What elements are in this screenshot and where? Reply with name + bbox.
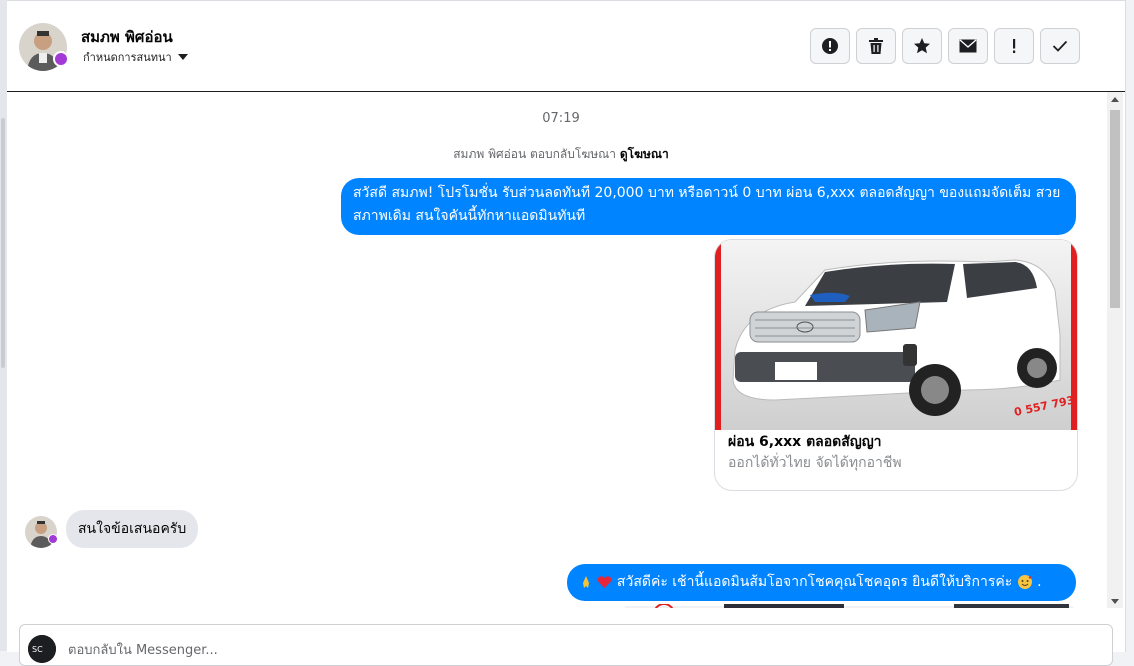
heart-icon [598, 576, 612, 588]
ad-reply-text: สมภพ พิศอ่อน ตอบกลับโฆษณา [453, 147, 617, 161]
page-avatar: SC [28, 635, 56, 663]
exclamation-circle-icon [822, 38, 838, 54]
outgoing-message[interactable]: สวัสดี สมภพ! โปรโมชั่น รับส่วนลดทันที 20… [341, 178, 1076, 235]
ad-card[interactable]: 0 557 7932 ผ่อน 6,xxx ตลอดสัญญา ออกได้ทั… [714, 239, 1078, 491]
admin-reply-text: สวัสดีค่ะ เช้านี้แอดมินส้มโอจากโชคคุณโชค… [616, 574, 1013, 590]
ad-reply-notice: สมภพ พิศอ่อน ตอบกลับโฆษณา ดูโฆษณา [7, 145, 1107, 164]
conversation-header: สมภพ พิศอ่อน กำหนดการสนทนา [7, 1, 1125, 92]
left-scroll-thumb[interactable] [1, 118, 5, 368]
star-button[interactable] [902, 28, 942, 64]
exclamation-icon [1013, 39, 1016, 53]
admin-reply-end: . [1037, 574, 1042, 590]
follow-up-button[interactable] [994, 28, 1034, 64]
ad-card-title: ผ่อน 6,xxx ตลอดสัญญา [728, 434, 882, 450]
customer-status-badge [48, 534, 58, 544]
star-icon [914, 38, 930, 54]
ad-card-subtitle: ออกได้ทั่วไทย จัดได้ทุกอาชีพ [728, 455, 902, 471]
view-ad-link[interactable]: ดูโฆษณา [620, 147, 669, 161]
done-button[interactable] [1040, 28, 1080, 64]
mark-unread-button[interactable] [948, 28, 988, 64]
scroll-up-arrow-icon[interactable] [1111, 97, 1119, 102]
ad-car-image: 0 557 7932 [715, 240, 1077, 430]
contact-status-badge [53, 51, 69, 67]
spam-button[interactable] [810, 28, 850, 64]
next-attachment-preview [624, 604, 1074, 608]
left-edge [0, 0, 7, 651]
folded-hands-icon [583, 576, 589, 588]
svg-text:SC: SC [32, 645, 43, 654]
assign-conversation-label: กำหนดการสนทนา [83, 51, 172, 64]
trash-icon [869, 38, 883, 54]
reply-input-placeholder[interactable]: ตอบกลับใน Messenger... [68, 639, 218, 660]
smiling-face-hearts-icon [1017, 575, 1032, 589]
incoming-message[interactable]: สนใจข้อเสนอครับ [66, 510, 199, 548]
caret-down-icon [177, 54, 188, 60]
conversation-panel: สมภพ พิศอ่อน กำหนดการสนทนา 07:19 สมภพ พิ… [7, 0, 1126, 666]
scroll-down-arrow-icon[interactable] [1111, 599, 1119, 604]
scrollbar-thumb[interactable] [1110, 110, 1120, 308]
checkmark-icon [1052, 40, 1068, 52]
timestamp: 07:19 [542, 111, 580, 126]
reply-composer[interactable]: SC ตอบกลับใน Messenger... [19, 624, 1113, 666]
envelope-icon [959, 39, 977, 53]
contact-name[interactable]: สมภพ พิศอ่อน [81, 25, 173, 49]
assign-conversation-dropdown[interactable]: กำหนดการสนทนา [83, 48, 188, 66]
delete-button[interactable] [856, 28, 896, 64]
message-scrollbar[interactable] [1107, 92, 1123, 608]
header-actions [810, 28, 1080, 64]
message-list[interactable]: 07:19 สมภพ พิศอ่อน ตอบกลับโฆษณา ดูโฆษณา … [7, 92, 1107, 608]
outgoing-message-admin[interactable]: สวัสดีค่ะ เช้านี้แอดมินส้มโอจากโชคคุณโชค… [567, 564, 1076, 601]
